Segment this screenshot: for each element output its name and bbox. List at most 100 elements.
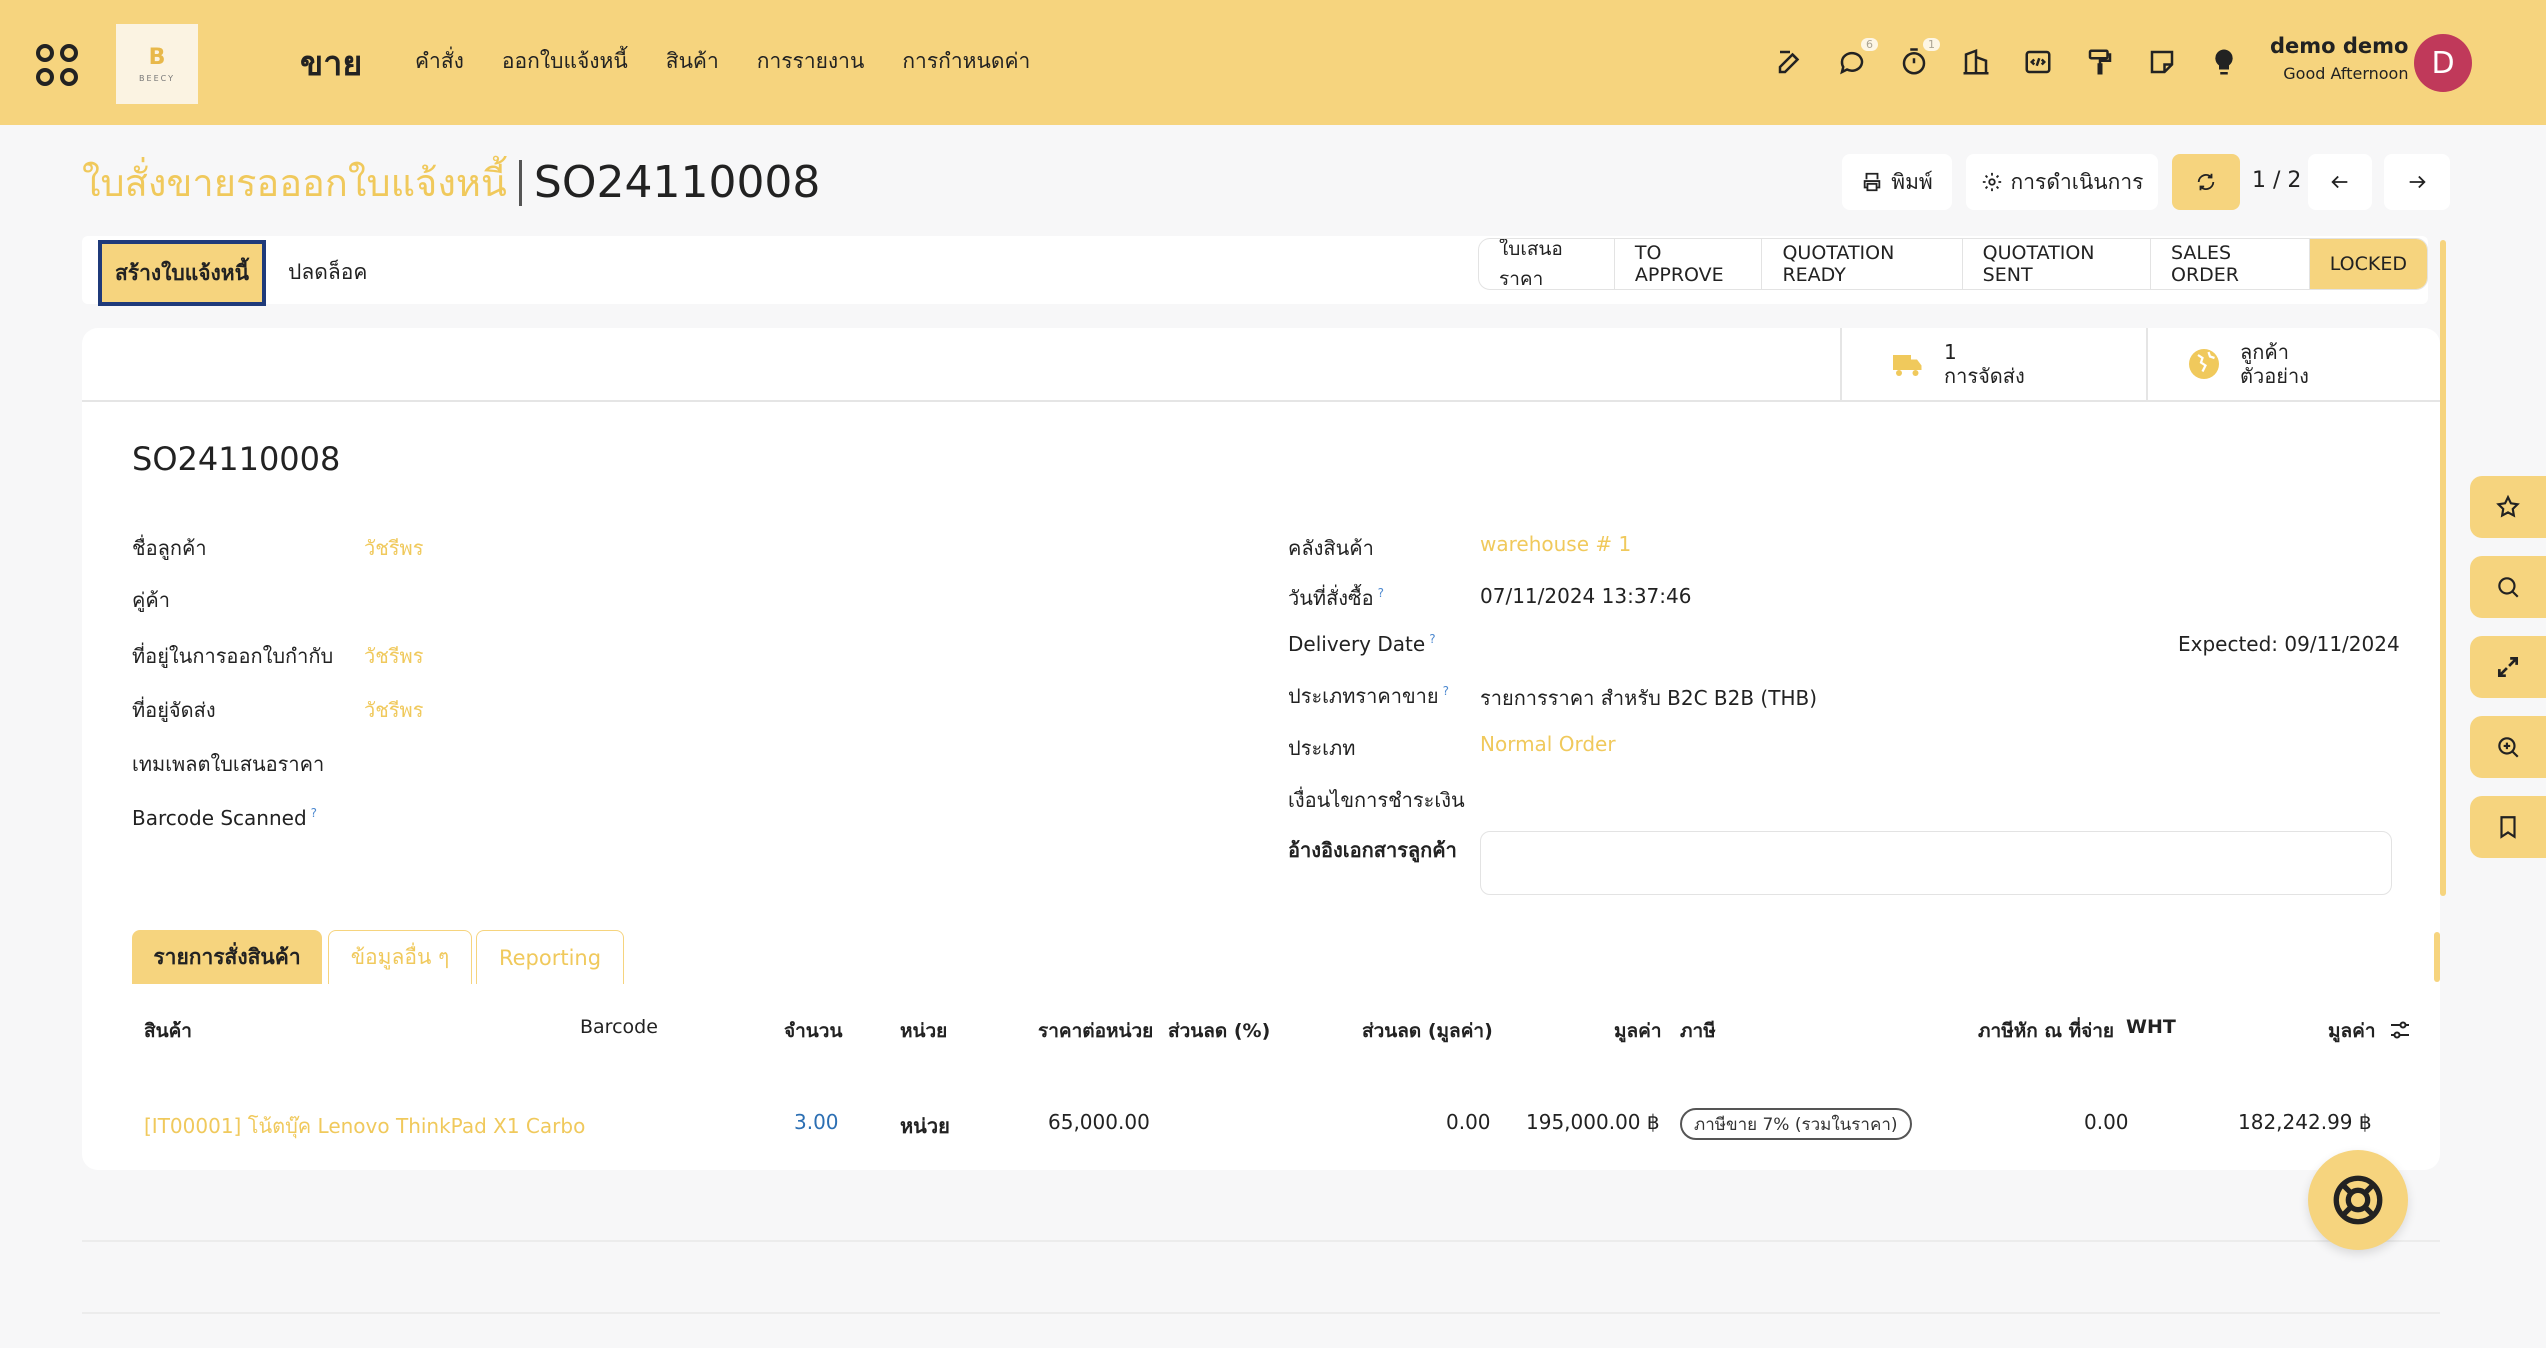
menu-to-invoice[interactable]: ออกใบแจ้งหนี้ [502, 45, 628, 78]
print-button[interactable]: พิมพ์ [1842, 154, 1952, 210]
app-title[interactable]: ขาย [300, 36, 362, 90]
main-menu: คำสั่ง ออกใบแจ้งหนี้ สินค้า การรายงาน กา… [415, 45, 1030, 78]
line-discount-amount[interactable]: 0.00 [1446, 1110, 1491, 1134]
stage-quotation-ready[interactable]: QUOTATION READY [1762, 239, 1963, 289]
help-mark[interactable]: ? [1443, 684, 1449, 698]
menu-configuration[interactable]: การกำหนดค่า [902, 45, 1030, 78]
pager-value[interactable]: 1 / 2 [2252, 168, 2301, 193]
tab-order-lines[interactable]: รายการสั่งสินค้า [132, 930, 322, 984]
stage-quotation-sent[interactable]: QUOTATION SENT [1963, 239, 2151, 289]
pricelist-field[interactable]: รายการราคา สำหรับ B2C B2B (THB) [1480, 682, 1817, 714]
pager-previous-button[interactable] [2308, 154, 2372, 210]
customer-reference-input[interactable] [1480, 831, 2392, 895]
col-total[interactable]: มูลค่า [2328, 1016, 2376, 1046]
line-uom[interactable]: หน่วย [900, 1110, 950, 1142]
order-date-field[interactable]: 07/11/2024 13:37:46 [1480, 584, 1691, 608]
chat-badge: 6 [1861, 38, 1878, 51]
truck-icon [1893, 355, 1922, 376]
refresh-button[interactable] [2172, 154, 2240, 210]
warehouse-field[interactable]: warehouse # 1 [1480, 532, 1631, 556]
quote-template-label: เทมเพลตใบเสนอราคา [132, 752, 325, 776]
logo-glyph: B [148, 45, 166, 70]
divider [82, 1312, 2440, 1314]
menu-orders[interactable]: คำสั่ง [415, 45, 464, 78]
col-quantity[interactable]: จำนวน [784, 1016, 842, 1046]
code-icon[interactable] [2020, 44, 2056, 80]
delivery-address-field[interactable]: วัชรีพร [364, 694, 423, 726]
paint-roller-icon[interactable] [2082, 44, 2118, 80]
pager-next-button[interactable] [2384, 154, 2450, 210]
col-uom[interactable]: หน่วย [900, 1016, 947, 1046]
line-wht-amount[interactable]: 0.00 [2084, 1110, 2129, 1134]
col-discount-amount[interactable]: ส่วนลด (มูลค่า) [1362, 1016, 1493, 1046]
col-product[interactable]: สินค้า [144, 1016, 192, 1046]
stage-locked[interactable]: LOCKED [2309, 239, 2427, 289]
stage-bar: ใบเสนอราคา TO APPROVE QUOTATION READY QU… [1478, 238, 2428, 290]
help-mark[interactable]: ? [1378, 586, 1384, 600]
col-unit-price[interactable]: ราคาต่อหน่วย [1038, 1016, 1153, 1046]
col-wht[interactable]: WHT [2126, 1016, 2176, 1038]
expand-icon[interactable] [2470, 636, 2546, 698]
column-settings-icon[interactable] [2388, 1018, 2412, 1042]
delivery-count: 1 [1944, 340, 1957, 364]
invoice-address-field[interactable]: วัชรีพร [364, 640, 423, 672]
sticky-note-icon[interactable] [2144, 44, 2180, 80]
tab-reporting[interactable]: Reporting [476, 930, 624, 984]
help-lifebuoy-button[interactable] [2308, 1150, 2408, 1250]
breadcrumb-separator [518, 159, 522, 206]
help-mark[interactable]: ? [1429, 632, 1435, 646]
order-date-text: วันที่สั่งซื้อ [1288, 586, 1374, 610]
bookmark-icon[interactable] [2470, 796, 2546, 858]
line-tax-tag[interactable]: ภาษีขาย 7% (รวมในราคา) [1680, 1108, 1912, 1140]
scrollbar[interactable] [2440, 240, 2446, 896]
col-barcode[interactable]: Barcode [580, 1016, 658, 1038]
stage-sales-order[interactable]: SALES ORDER [2151, 239, 2310, 289]
customer-field[interactable]: วัชรีพร [364, 532, 423, 564]
line-product[interactable]: [IT00001] โน้ตบุ๊ค Lenovo ThinkPad X1 Ca… [144, 1110, 652, 1142]
star-icon[interactable] [2470, 476, 2546, 538]
line-quantity[interactable]: 3.00 [794, 1110, 839, 1134]
line-amount: 195,000.00 ฿ [1526, 1110, 1660, 1134]
building-icon[interactable] [1958, 44, 1994, 80]
company-logo[interactable]: B BEECY [116, 24, 198, 104]
order-type-field[interactable]: Normal Order [1480, 732, 1616, 756]
delivery-smart-button[interactable]: 1 การจัดส่ง [1890, 340, 2025, 388]
delivery-date-label: Delivery Date? [1288, 632, 1436, 656]
unlock-button[interactable]: ปลดล็อค [288, 256, 367, 289]
col-tax[interactable]: ภาษี [1680, 1016, 1716, 1046]
tab-other-info[interactable]: ข้อมูลอื่น ๆ [328, 930, 472, 984]
breadcrumb-parent[interactable]: ใบสั่งขายรอออกใบแจ้งหนี้ [82, 152, 507, 213]
col-amount[interactable]: มูลค่า [1614, 1016, 1662, 1046]
col-discount-percent[interactable]: ส่วนลด (%) [1168, 1016, 1270, 1046]
customer-label: ชื่อลูกค้า [132, 536, 207, 560]
col-wht-amount[interactable]: ภาษีหัก ณ ที่จ่าย [1978, 1016, 2114, 1046]
create-invoice-button[interactable]: สร้างใบแจ้งหนี้ [98, 240, 266, 306]
timer-icon[interactable]: 1 [1896, 38, 1940, 80]
actions-button[interactable]: การดำเนินการ [1966, 154, 2158, 210]
edit-icon[interactable] [1772, 44, 1808, 80]
lightbulb-icon[interactable] [2206, 44, 2242, 80]
stage-to-approve[interactable]: TO APPROVE [1615, 239, 1763, 289]
menu-reporting[interactable]: การรายงาน [757, 45, 865, 78]
order-name: SO24110008 [132, 440, 341, 478]
menu-products[interactable]: สินค้า [666, 45, 719, 78]
zoom-in-icon[interactable] [2470, 716, 2546, 778]
user-greeting: Good Afternoon [2283, 64, 2409, 83]
stage-quotation[interactable]: ใบเสนอราคา [1479, 239, 1615, 289]
delivery-date-text: Delivery Date [1288, 632, 1426, 656]
avatar[interactable]: D [2414, 34, 2472, 92]
partner-label: คู่ค้า [132, 588, 170, 612]
line-unit-price[interactable]: 65,000.00 [1048, 1110, 1150, 1134]
search-icon[interactable] [2470, 556, 2546, 618]
delivery-label: การจัดส่ง [1944, 364, 2025, 388]
user-menu[interactable]: demo demo Good Afternoon [2270, 34, 2408, 83]
customer-preview-smart-button[interactable]: ลูกค้า ตัวอย่าง [2186, 340, 2309, 388]
help-mark[interactable]: ? [311, 806, 317, 820]
arrow-left-icon [2331, 175, 2348, 189]
warehouse-label: คลังสินค้า [1288, 536, 1374, 560]
delivery-date-field[interactable]: Expected: 09/11/2024 [2178, 632, 2400, 656]
refresh-icon [2197, 173, 2215, 191]
apps-menu-icon[interactable] [36, 44, 78, 86]
scrollbar[interactable] [2434, 932, 2440, 982]
chat-icon[interactable]: 6 [1834, 38, 1878, 80]
